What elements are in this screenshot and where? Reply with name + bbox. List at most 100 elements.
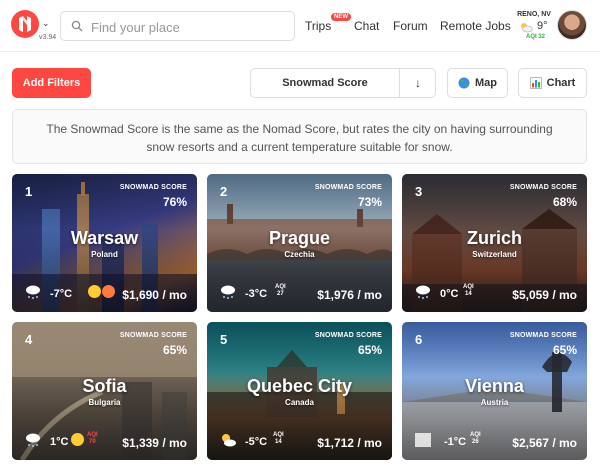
- card-rank: 5: [220, 332, 228, 347]
- card-aqi: AQI 26: [470, 432, 481, 446]
- sort-direction-button[interactable]: ↓: [400, 69, 436, 97]
- app-version: v3.94: [39, 34, 57, 41]
- aqi-label: AQI: [463, 284, 474, 290]
- search-input[interactable]: [91, 17, 286, 37]
- monthly-cost: $1,976 / mo: [317, 288, 382, 302]
- city-card-prague[interactable]: 2 SNOWMAD SCORE 73% Prague Czechia -3°C …: [207, 174, 392, 312]
- current-aqi: AQI 32: [526, 34, 546, 40]
- country-name: Canada: [285, 398, 314, 407]
- score-label: SNOWMAD SCORE: [314, 332, 382, 339]
- fog-icon: [415, 433, 431, 447]
- score-info-text: The Snowmad Score is the same as the Nom…: [12, 109, 587, 164]
- score-label: SNOWMAD SCORE: [119, 332, 187, 339]
- new-badge: NEW: [331, 13, 351, 21]
- nav-trips[interactable]: Trips: [305, 19, 331, 33]
- country-name: Austria: [480, 398, 509, 407]
- card-temperature: -7°C: [50, 288, 73, 300]
- monthly-cost: $1,712 / mo: [317, 436, 382, 450]
- card-rank: 2: [220, 184, 228, 199]
- aqi-face-icon: [102, 285, 115, 298]
- city-card-quebec-city[interactable]: 5 SNOWMAD SCORE 65% Quebec City Canada -…: [207, 322, 392, 460]
- city-card-vienna[interactable]: 6 SNOWMAD SCORE 65% Vienna Austria -1°C …: [402, 322, 587, 460]
- add-filters-button[interactable]: Add Filters: [12, 68, 91, 98]
- country-name: Switzerland: [472, 250, 517, 259]
- score-value: 73%: [357, 195, 382, 209]
- score-label: SNOWMAD SCORE: [509, 332, 577, 339]
- top-header: ⌄ v3.94 Trips NEW Chat Forum Remote Jobs…: [0, 0, 600, 52]
- score-label: SNOWMAD SCORE: [314, 184, 382, 191]
- chart-button[interactable]: Chart: [518, 68, 587, 98]
- map-button[interactable]: Map: [447, 68, 508, 98]
- city-card-warsaw[interactable]: 1 SNOWMAD SCORE 76% Warsaw Poland -7°C $…: [12, 174, 197, 312]
- card-rank: 4: [25, 332, 33, 347]
- score-label: SNOWMAD SCORE: [509, 184, 577, 191]
- aqi-value: 26: [471, 439, 479, 445]
- logo-mark-icon: [19, 16, 31, 32]
- score-value: 76%: [162, 195, 187, 209]
- nav-chat[interactable]: Chat: [354, 19, 379, 33]
- city-name: Prague: [268, 228, 331, 248]
- card-rank: 6: [415, 332, 423, 347]
- score-value: 65%: [162, 343, 187, 357]
- aqi-label: AQI: [87, 432, 98, 438]
- country-name: Bulgaria: [88, 398, 121, 407]
- current-temperature: 9°: [537, 20, 548, 32]
- search-icon: [71, 20, 83, 32]
- chart-button-label: Chart: [546, 77, 576, 89]
- aqi-face-icon: [71, 433, 84, 446]
- sun-cloud-icon: [521, 23, 533, 33]
- monthly-cost: $1,339 / mo: [122, 436, 187, 450]
- sort-select-label[interactable]: Snowmad Score: [251, 69, 400, 97]
- snow-cloud-icon: [26, 285, 40, 299]
- snow-cloud-icon: [416, 285, 430, 299]
- city-name: Vienna: [465, 376, 524, 396]
- aqi-value: 27: [276, 291, 284, 297]
- city-name: Sofia: [82, 376, 127, 396]
- card-aqi: AQI 27: [275, 284, 286, 298]
- country-name: Poland: [91, 250, 118, 259]
- score-value: 65%: [552, 343, 577, 357]
- nav-forum[interactable]: Forum: [393, 19, 428, 33]
- nav-remote-jobs[interactable]: Remote Jobs: [440, 19, 511, 33]
- monthly-cost: $2,567 / mo: [512, 436, 577, 450]
- map-button-label: Map: [475, 77, 497, 89]
- nomad-logo[interactable]: [11, 10, 39, 38]
- monthly-cost: $1,690 / mo: [122, 288, 187, 302]
- card-rank: 1: [25, 184, 33, 199]
- search-box[interactable]: [60, 11, 295, 41]
- aqi-label: AQI: [275, 284, 286, 290]
- aqi-label: AQI: [470, 432, 481, 438]
- city-name: Quebec City: [246, 376, 353, 396]
- card-aqi: AQI 14: [463, 284, 474, 298]
- score-label: SNOWMAD SCORE: [119, 184, 187, 191]
- sun-cloud-icon: [222, 434, 236, 447]
- card-aqi: AQI 14: [273, 432, 284, 446]
- snow-cloud-icon: [26, 433, 40, 447]
- monthly-cost: $5,059 / mo: [512, 288, 577, 302]
- city-name: Warsaw: [70, 228, 139, 248]
- aqi-value: 14: [274, 439, 282, 445]
- current-location: RENO, NV: [517, 11, 551, 18]
- aqi-face-icon: [88, 285, 101, 298]
- city-card-zurich[interactable]: 3 SNOWMAD SCORE 68% Zurich Switzerland 0…: [402, 174, 587, 312]
- snow-cloud-icon: [221, 285, 235, 299]
- score-value: 65%: [357, 343, 382, 357]
- aqi-value: 70: [88, 439, 96, 445]
- card-temperature: -1°C: [444, 436, 467, 448]
- sort-select[interactable]: Snowmad Score ↓: [250, 68, 436, 98]
- card-rank: 3: [415, 184, 423, 199]
- card-temperature: 1°C: [50, 436, 69, 448]
- card-aqi: AQI 70: [87, 432, 98, 446]
- city-name: Zurich: [466, 228, 522, 248]
- bar-chart-icon: [529, 77, 542, 89]
- avatar[interactable]: [557, 10, 587, 40]
- country-name: Czechia: [284, 250, 315, 259]
- aqi-label: AQI: [273, 432, 284, 438]
- card-temperature: -3°C: [245, 288, 268, 300]
- card-temperature: 0°C: [440, 288, 459, 300]
- aqi-value: 14: [464, 291, 472, 297]
- score-value: 68%: [552, 195, 577, 209]
- chevron-down-icon[interactable]: ⌄: [42, 18, 50, 29]
- globe-icon: [458, 77, 470, 89]
- city-card-sofia[interactable]: 4 SNOWMAD SCORE 65% Sofia Bulgaria 1°C A…: [12, 322, 197, 460]
